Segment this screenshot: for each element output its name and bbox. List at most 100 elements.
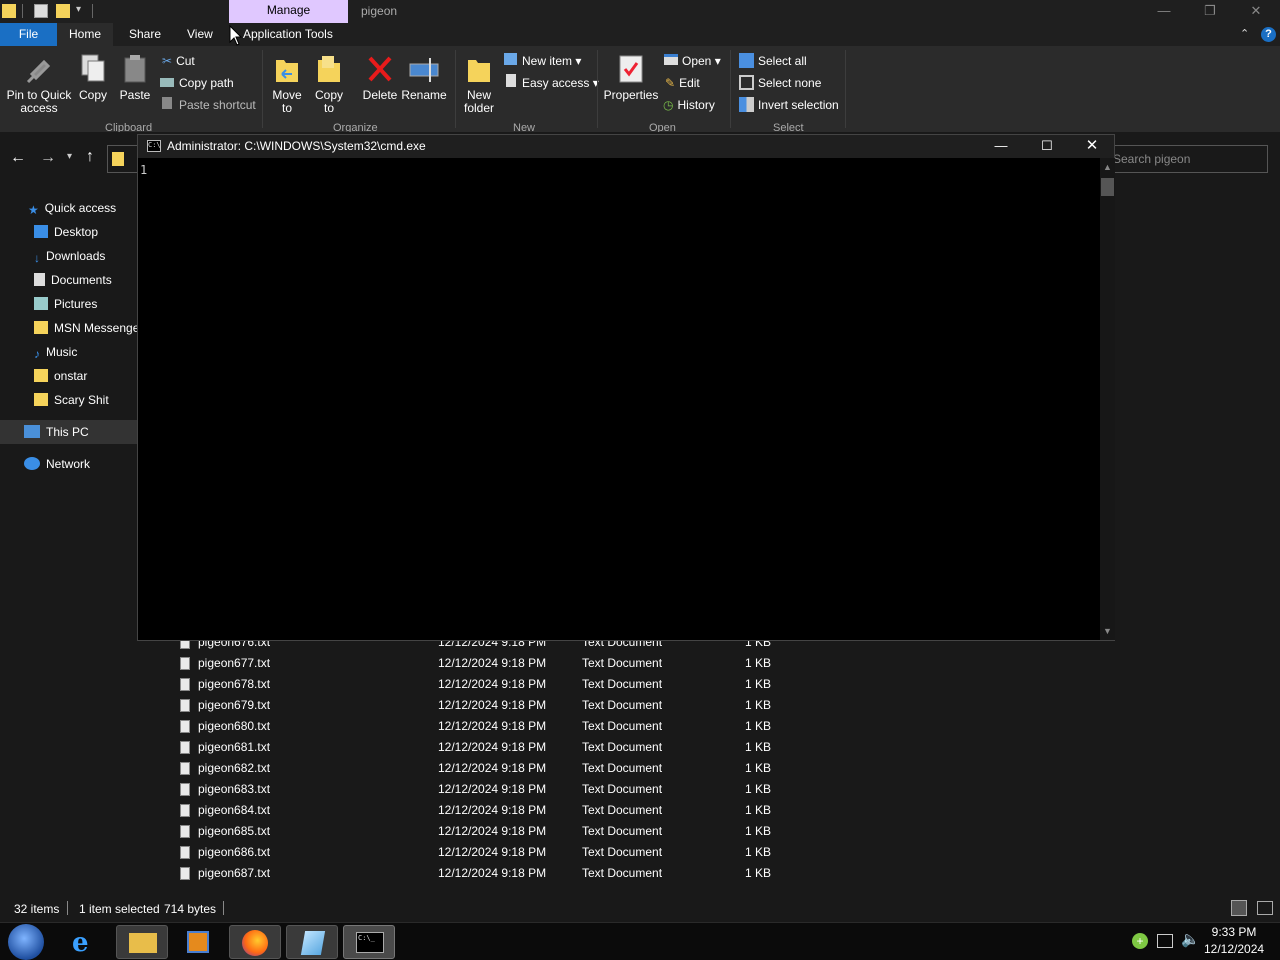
nav-item-downloads[interactable]: ↓ Downloads [0, 244, 140, 268]
file-row[interactable]: pigeon685.txt 12/12/2024 9:18 PM Text Docu… [158, 821, 958, 842]
minimize-button[interactable]: — [1141, 0, 1187, 23]
tray-network-plus-icon[interactable]: + [1132, 933, 1148, 949]
paste-shortcut-button[interactable]: Paste shortcut [162, 95, 256, 115]
move-to-button[interactable]: Move to [270, 52, 304, 115]
new-folder-label: New folder [463, 88, 495, 115]
file-row[interactable]: pigeon679.txt 12/12/2024 9:18 PM Text Docu… [158, 695, 958, 716]
cmd-maximize-button[interactable]: ☐ [1024, 135, 1070, 158]
file-name: pigeon682.txt [198, 761, 271, 775]
tray-network-icon[interactable] [1157, 934, 1173, 948]
cut-button[interactable]: ✂ Cut [162, 51, 195, 71]
nav-item-music[interactable]: ♪ Music [0, 340, 140, 364]
tray-volume-icon[interactable]: 🔈 [1181, 930, 1200, 948]
taskbar-cmd[interactable]: C:\_ [343, 925, 395, 959]
copy-button[interactable]: Copy [76, 52, 110, 102]
tab-manage[interactable]: Manage [229, 0, 348, 23]
nav-item-desktop[interactable]: Desktop [0, 220, 140, 244]
recent-locations-chevron-icon[interactable]: ▾ [67, 151, 72, 162]
document-icon [34, 273, 45, 286]
file-row[interactable]: pigeon686.txt 12/12/2024 9:18 PM Text Docu… [158, 842, 958, 863]
file-row[interactable]: pigeon684.txt 12/12/2024 9:18 PM Text Docu… [158, 800, 958, 821]
file-row[interactable]: pigeon678.txt 12/12/2024 9:18 PM Text Docu… [158, 674, 958, 695]
file-name: pigeon685.txt [198, 824, 271, 838]
easy-access-button[interactable]: Easy access ▾ [506, 73, 599, 93]
tab-view[interactable]: View [175, 23, 225, 46]
large-icons-view-icon[interactable] [1257, 901, 1273, 915]
cmd-close-button[interactable]: ✕ [1070, 135, 1114, 158]
file-row[interactable]: pigeon682.txt 12/12/2024 9:18 PM Text Docu… [158, 758, 958, 779]
tray-clock[interactable]: 9:33 PM 12/12/2024 [1204, 924, 1264, 958]
scroll-down-icon[interactable]: ▼ [1103, 626, 1112, 636]
scrollbar-thumb[interactable] [1101, 178, 1114, 196]
nav-item-documents[interactable]: Documents [0, 268, 140, 292]
tab-home[interactable]: Home [57, 23, 114, 46]
cmd-window[interactable]: C:\ Administrator: C:\WINDOWS\System32\c… [137, 134, 1115, 641]
file-size: 1 KB [745, 761, 772, 775]
taskbar-file-explorer[interactable] [116, 925, 168, 959]
paste-shortcut-icon [162, 97, 172, 109]
tab-application-tools[interactable]: Application Tools [231, 23, 345, 46]
file-row[interactable]: pigeon687.txt 12/12/2024 9:18 PM Text Docu… [158, 863, 958, 884]
nav-item-onstar[interactable]: onstar [0, 364, 140, 388]
file-date: 12/12/2024 9:18 PM [438, 782, 547, 796]
select-all-button[interactable]: Select all [739, 51, 807, 71]
taskbar-notepad[interactable] [286, 925, 338, 959]
back-arrow-icon[interactable]: ← [10, 149, 26, 167]
edit-button[interactable]: ✎ Edit [665, 73, 700, 93]
start-button[interactable] [8, 924, 44, 960]
delete-button[interactable]: Delete [360, 52, 400, 102]
nav-network[interactable]: Network [0, 452, 140, 476]
copy-to-button[interactable]: Copy to [312, 52, 346, 115]
file-row[interactable]: pigeon683.txt 12/12/2024 9:18 PM Text Docu… [158, 779, 958, 800]
new-folder-qat-icon[interactable] [56, 4, 70, 18]
open-button[interactable]: Open ▾ [664, 51, 721, 71]
details-view-icon[interactable] [1231, 900, 1247, 916]
taskbar-media-player[interactable] [172, 925, 224, 959]
forward-arrow-icon[interactable]: → [40, 149, 56, 167]
search-input[interactable]: Search pigeon [1108, 145, 1268, 173]
file-type: Text Document [582, 866, 663, 880]
paste-button[interactable]: Paste [118, 52, 152, 102]
pin-quick-access-button[interactable]: Pin to Quick access [4, 52, 74, 115]
divider [845, 50, 846, 128]
nav-network-label: Network [46, 457, 91, 471]
select-none-button[interactable]: Select none [739, 73, 821, 93]
nav-this-pc[interactable]: This PC [0, 420, 156, 444]
copy-path-button[interactable]: Copy path [160, 73, 234, 93]
cmd-title-bar[interactable]: C:\ Administrator: C:\WINDOWS\System32\c… [138, 135, 1114, 158]
file-name: pigeon684.txt [198, 803, 271, 817]
properties-button[interactable]: Properties [603, 52, 659, 102]
nav-item-pictures[interactable]: Pictures [0, 292, 140, 316]
select-none-label: Select none [758, 76, 822, 90]
collapse-ribbon-icon[interactable]: ⌃ [1240, 27, 1249, 40]
help-icon[interactable]: ? [1261, 27, 1276, 42]
close-button[interactable]: ✕ [1233, 0, 1279, 23]
tab-share[interactable]: Share [117, 23, 173, 46]
taskbar: e C:\_ + 🔈 9:33 PM 12/12/2024 [0, 922, 1280, 960]
qat-dropdown-icon[interactable]: ▾ [76, 4, 81, 15]
file-date: 12/12/2024 9:18 PM [438, 719, 547, 733]
cmd-scrollbar[interactable]: ▲ ▼ [1100, 158, 1115, 640]
file-name: pigeon681.txt [198, 740, 271, 754]
properties-qat-icon[interactable] [34, 4, 48, 18]
invert-selection-button[interactable]: Invert selection [739, 95, 839, 115]
tab-file[interactable]: File [0, 23, 57, 46]
nav-item-msn-messenger[interactable]: MSN Messenger [0, 316, 140, 340]
nav-item-scary-shit[interactable]: Scary Shit [0, 388, 140, 412]
scroll-up-icon[interactable]: ▲ [1103, 162, 1112, 172]
taskbar-internet-explorer[interactable]: e [60, 925, 112, 959]
nav-quick-access[interactable]: ★ Quick access [0, 196, 140, 220]
taskbar-firefox[interactable] [229, 925, 281, 959]
restore-button[interactable]: ❐ [1187, 0, 1233, 23]
file-row[interactable]: pigeon677.txt 12/12/2024 9:18 PM Text Docu… [158, 653, 958, 674]
rename-button[interactable]: Rename [400, 52, 448, 102]
new-item-button[interactable]: New item ▾ [504, 51, 581, 71]
file-date: 12/12/2024 9:18 PM [438, 677, 547, 691]
up-arrow-icon[interactable]: ↑ [86, 148, 94, 166]
file-row[interactable]: pigeon680.txt 12/12/2024 9:18 PM Text Docu… [158, 716, 958, 737]
file-size: 1 KB [745, 677, 772, 691]
file-row[interactable]: pigeon681.txt 12/12/2024 9:18 PM Text Docu… [158, 737, 958, 758]
cmd-minimize-button[interactable]: — [978, 135, 1024, 158]
history-button[interactable]: ◷ History [663, 95, 715, 115]
new-folder-button[interactable]: New folder [458, 52, 500, 115]
